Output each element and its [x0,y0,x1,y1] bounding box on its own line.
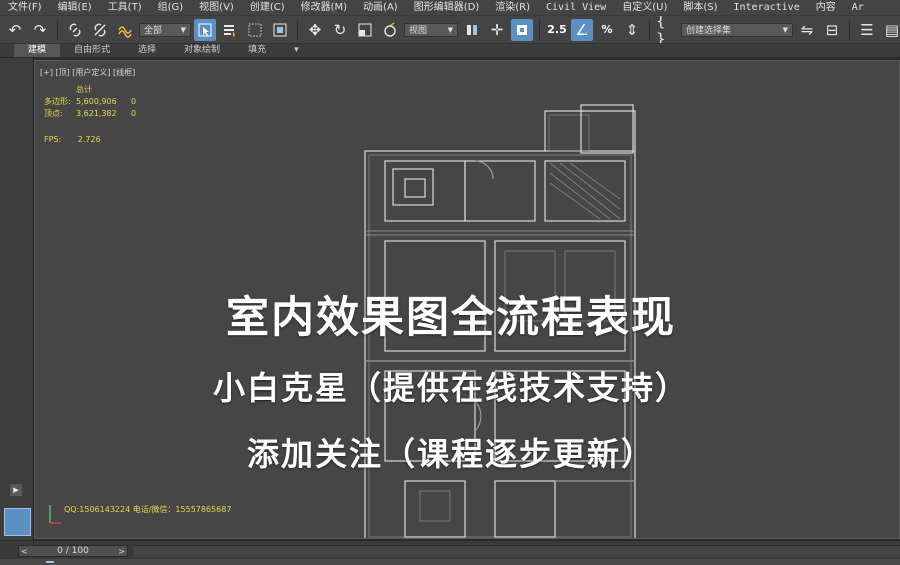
redo-icon[interactable]: ↷ [29,19,51,41]
time-slider[interactable]: < 0 / 100 > [18,545,128,557]
overlay-title-sub2: 添加关注（课程逐步更新） [246,435,655,473]
polys-selected: 0 [131,97,137,106]
polys-label: 多边形: [44,97,71,106]
named-selection-sets-value: 创建选择集 [686,26,732,36]
timeline-track[interactable] [134,545,900,557]
menu-bar: 文件(F) 编辑(E) 工具(T) 组(G) 视图(V) 创建(C) 修改器(M) 动画(A)… [0,0,900,15]
select-object-icon[interactable] [194,18,216,41]
ribbon-tab[interactable]: 建模 [14,44,61,57]
toolbar-divider [849,19,850,40]
menu-item[interactable]: 动画(A) [355,0,406,15]
menu-item[interactable]: 组(G) [150,0,192,15]
named-selection-sets-dropdown[interactable]: 创建选择集 ▼ [681,22,793,37]
menu-item[interactable]: Civil View [538,0,614,15]
overlay-title-main: 室内效果图全流程表现 [226,293,676,343]
verts-selected: 0 [131,109,137,118]
angle-snap-icon[interactable]: ∠ [571,18,593,41]
play-icon[interactable]: ▶ [10,484,22,496]
select-by-name-icon[interactable] [219,19,241,41]
mirror-icon[interactable]: ⇋ [796,19,818,41]
chevron-down-icon: ▼ [447,25,453,34]
main-toolbar: ↶ ↷ 全部 ▼ ✥ ↻ 视图 ▼ ✛ 2.5 ∠ % ⇕ {} 创建选择集 … [0,15,900,44]
fps-label: FPS: [44,135,62,144]
chevron-down-icon: ▼ [180,25,186,34]
menu-item[interactable]: 自定义(U) [614,0,675,15]
menu-item[interactable]: 创建(C) [242,0,293,15]
contact-info: QQ:1506143224 电话/微信：15557865687 [64,505,232,514]
snaps-toggle-label: 2.5 [547,23,567,36]
scene-explorer-icon[interactable]: ▤ [881,19,900,41]
ribbon-tab[interactable]: 对象绘制 [170,44,234,57]
align-icon[interactable]: ⊟ [821,19,843,41]
menu-item[interactable]: 渲染(R) [487,0,538,15]
toolbar-divider [57,19,58,40]
move-icon[interactable]: ✥ [304,19,326,41]
edit-named-selection-icon[interactable]: { } [656,16,678,43]
axis-tripod-icon [47,501,63,530]
layer-explorer-icon[interactable]: ☰ [856,19,878,41]
bind-spacewarp-icon[interactable] [114,19,136,41]
polys-value: 5,600,906 [76,97,117,106]
link-icon[interactable] [64,19,86,41]
timeline-bar: < 0 / 100 > [0,540,900,565]
chevron-down-icon: ▼ [782,25,788,34]
rotate-icon[interactable]: ↻ [329,19,351,41]
status-strip [0,559,900,565]
fps-value: 2.726 [77,135,101,144]
verts-value: 3,621,382 [76,109,117,118]
menu-item[interactable]: Ar [844,0,872,15]
percent-snap-label: % [601,23,613,36]
menu-item[interactable]: 图形编辑器(D) [406,0,488,15]
keyboard-shortcut-override-icon[interactable] [511,18,533,41]
menu-item[interactable]: Interactive [726,0,808,15]
chevron-right-icon[interactable]: > [116,547,127,556]
toolbar-divider [649,19,650,40]
stats-polys-row: 多边形: 5,600,906 0 [44,96,136,108]
menu-item[interactable]: 脚本(S) [675,0,725,15]
status-indicator [46,561,54,563]
reference-coordinate-dropdown[interactable]: 视图 ▼ [404,22,458,37]
window-crossing-icon[interactable] [269,19,291,41]
menu-item[interactable]: 修改器(M) [293,0,355,15]
top-viewport[interactable]: [+] [顶] [用户定义] [线框] 总计 多边形: 5,600,906 0 … [34,60,900,539]
chevron-left-icon[interactable]: < [19,547,30,556]
toolbar-divider [539,19,540,40]
selection-filter-value: 全部 [144,26,163,36]
menu-item[interactable]: 内容 [808,0,844,15]
ribbon-options-icon[interactable]: ▾ [280,44,313,57]
verts-label: 顶点: [44,109,63,118]
scale-icon[interactable] [354,19,376,41]
menu-item[interactable]: 编辑(E) [50,0,100,15]
place-icon[interactable] [379,19,401,41]
fps-readout: FPS: 2.726 [44,135,101,144]
ribbon-tab[interactable]: 填充 [234,44,280,57]
toolbar-divider [297,19,298,40]
snaps-toggle-icon[interactable]: 2.5 [546,19,568,41]
spinner-snap-icon[interactable]: ⇕ [621,19,643,41]
reference-coordinate-value: 视图 [409,26,428,36]
menu-item[interactable]: 视图(V) [191,0,242,15]
time-slider-label: 0 / 100 [57,546,89,556]
menu-item[interactable]: 工具(T) [100,0,150,15]
stats-header: 总计 [76,85,92,94]
undo-icon[interactable]: ↶ [4,19,26,41]
rectangular-selection-icon[interactable] [244,19,266,41]
viewport-label[interactable]: [+] [顶] [用户定义] [线框] [40,67,135,78]
selection-filter-dropdown[interactable]: 全部 ▼ [139,22,191,37]
select-manipulate-icon[interactable]: ✛ [486,19,508,41]
viewport-layout-icon[interactable] [4,508,31,536]
scene-statistics: 总计 多边形: 5,600,906 0 顶点: 3,621,382 0 [44,84,136,120]
stats-verts-row: 顶点: 3,621,382 0 [44,108,136,120]
ribbon-tabs: 建模 自由形式 选择 对象绘制 填充 ▾ [0,44,900,58]
menu-item[interactable]: 文件(F) [0,0,50,15]
pivot-center-icon[interactable] [461,19,483,41]
unlink-icon[interactable] [89,19,111,41]
percent-snap-icon[interactable]: % [596,19,618,41]
overlay-title-sub1: 小白克星（提供在线技术支持） [212,369,689,407]
left-panel [0,58,34,540]
ribbon-tab[interactable]: 选择 [124,44,170,57]
ribbon-tab[interactable]: 自由形式 [60,44,124,57]
